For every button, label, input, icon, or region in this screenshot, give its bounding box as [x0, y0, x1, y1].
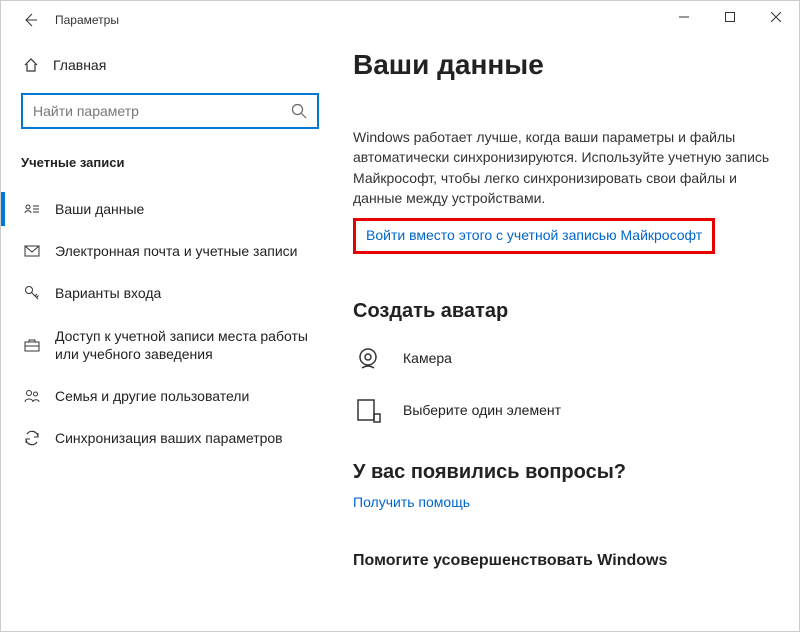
sidebar-item-email[interactable]: Электронная почта и учетные записи — [1, 230, 339, 272]
close-button[interactable] — [753, 1, 799, 33]
back-button[interactable] — [11, 1, 49, 39]
sidebar-item-label: Доступ к учетной записи места работы или… — [55, 327, 319, 363]
sidebar-item-signin-options[interactable]: Варианты входа — [1, 272, 339, 314]
sidebar-item-label: Семья и другие пользователи — [55, 387, 319, 405]
app-title: Параметры — [55, 13, 119, 27]
search-input[interactable] — [33, 103, 291, 119]
sidebar-item-label: Ваши данные — [55, 200, 319, 218]
minimize-icon — [679, 12, 689, 22]
avatar-heading: Создать аватар — [353, 300, 779, 323]
page-title: Ваши данные — [353, 49, 779, 81]
key-icon — [23, 284, 41, 302]
sidebar: Главная Учетные записи Ваши данные Элект… — [1, 39, 339, 631]
avatar-camera-label: Камера — [403, 350, 452, 366]
maximize-icon — [725, 12, 735, 22]
home-icon — [23, 57, 39, 73]
search-icon — [291, 103, 307, 119]
sync-description: Windows работает лучше, когда ваши парам… — [353, 127, 779, 208]
search-box[interactable] — [21, 93, 319, 129]
home-label: Главная — [53, 57, 106, 73]
briefcase-icon — [23, 336, 41, 354]
sidebar-item-sync[interactable]: Синхронизация ваших параметров — [1, 417, 339, 459]
camera-icon — [353, 343, 383, 373]
minimize-button[interactable] — [661, 1, 707, 33]
sidebar-item-label: Синхронизация ваших параметров — [55, 429, 319, 447]
sidebar-item-label: Электронная почта и учетные записи — [55, 242, 319, 260]
sync-icon — [23, 429, 41, 447]
sidebar-section-title: Учетные записи — [1, 143, 339, 188]
improve-windows-heading: Помогите усовершенствовать Windows — [353, 552, 779, 570]
avatar-browse-option[interactable]: Выберите один элемент — [353, 395, 779, 425]
avatar-camera-option[interactable]: Камера — [353, 343, 779, 373]
close-icon — [771, 12, 781, 22]
get-help-link[interactable]: Получить помощь — [353, 494, 470, 510]
browse-icon — [353, 395, 383, 425]
avatar-browse-label: Выберите один элемент — [403, 402, 561, 418]
main-content: Ваши данные Windows работает лучше, когд… — [339, 39, 799, 631]
home-nav[interactable]: Главная — [1, 49, 339, 81]
signin-link-highlight: Войти вместо этого с учетной записью Май… — [353, 218, 715, 254]
mail-icon — [23, 242, 41, 260]
questions-heading: У вас появились вопросы? — [353, 461, 779, 484]
sidebar-item-family[interactable]: Семья и другие пользователи — [1, 375, 339, 417]
sidebar-item-your-info[interactable]: Ваши данные — [1, 188, 339, 230]
sidebar-item-label: Варианты входа — [55, 284, 319, 302]
sidebar-item-work-access[interactable]: Доступ к учетной записи места работы или… — [1, 315, 339, 375]
signin-microsoft-link[interactable]: Войти вместо этого с учетной записью Май… — [366, 227, 702, 243]
maximize-button[interactable] — [707, 1, 753, 33]
person-card-icon — [23, 200, 41, 218]
back-arrow-icon — [22, 12, 38, 28]
people-icon — [23, 387, 41, 405]
